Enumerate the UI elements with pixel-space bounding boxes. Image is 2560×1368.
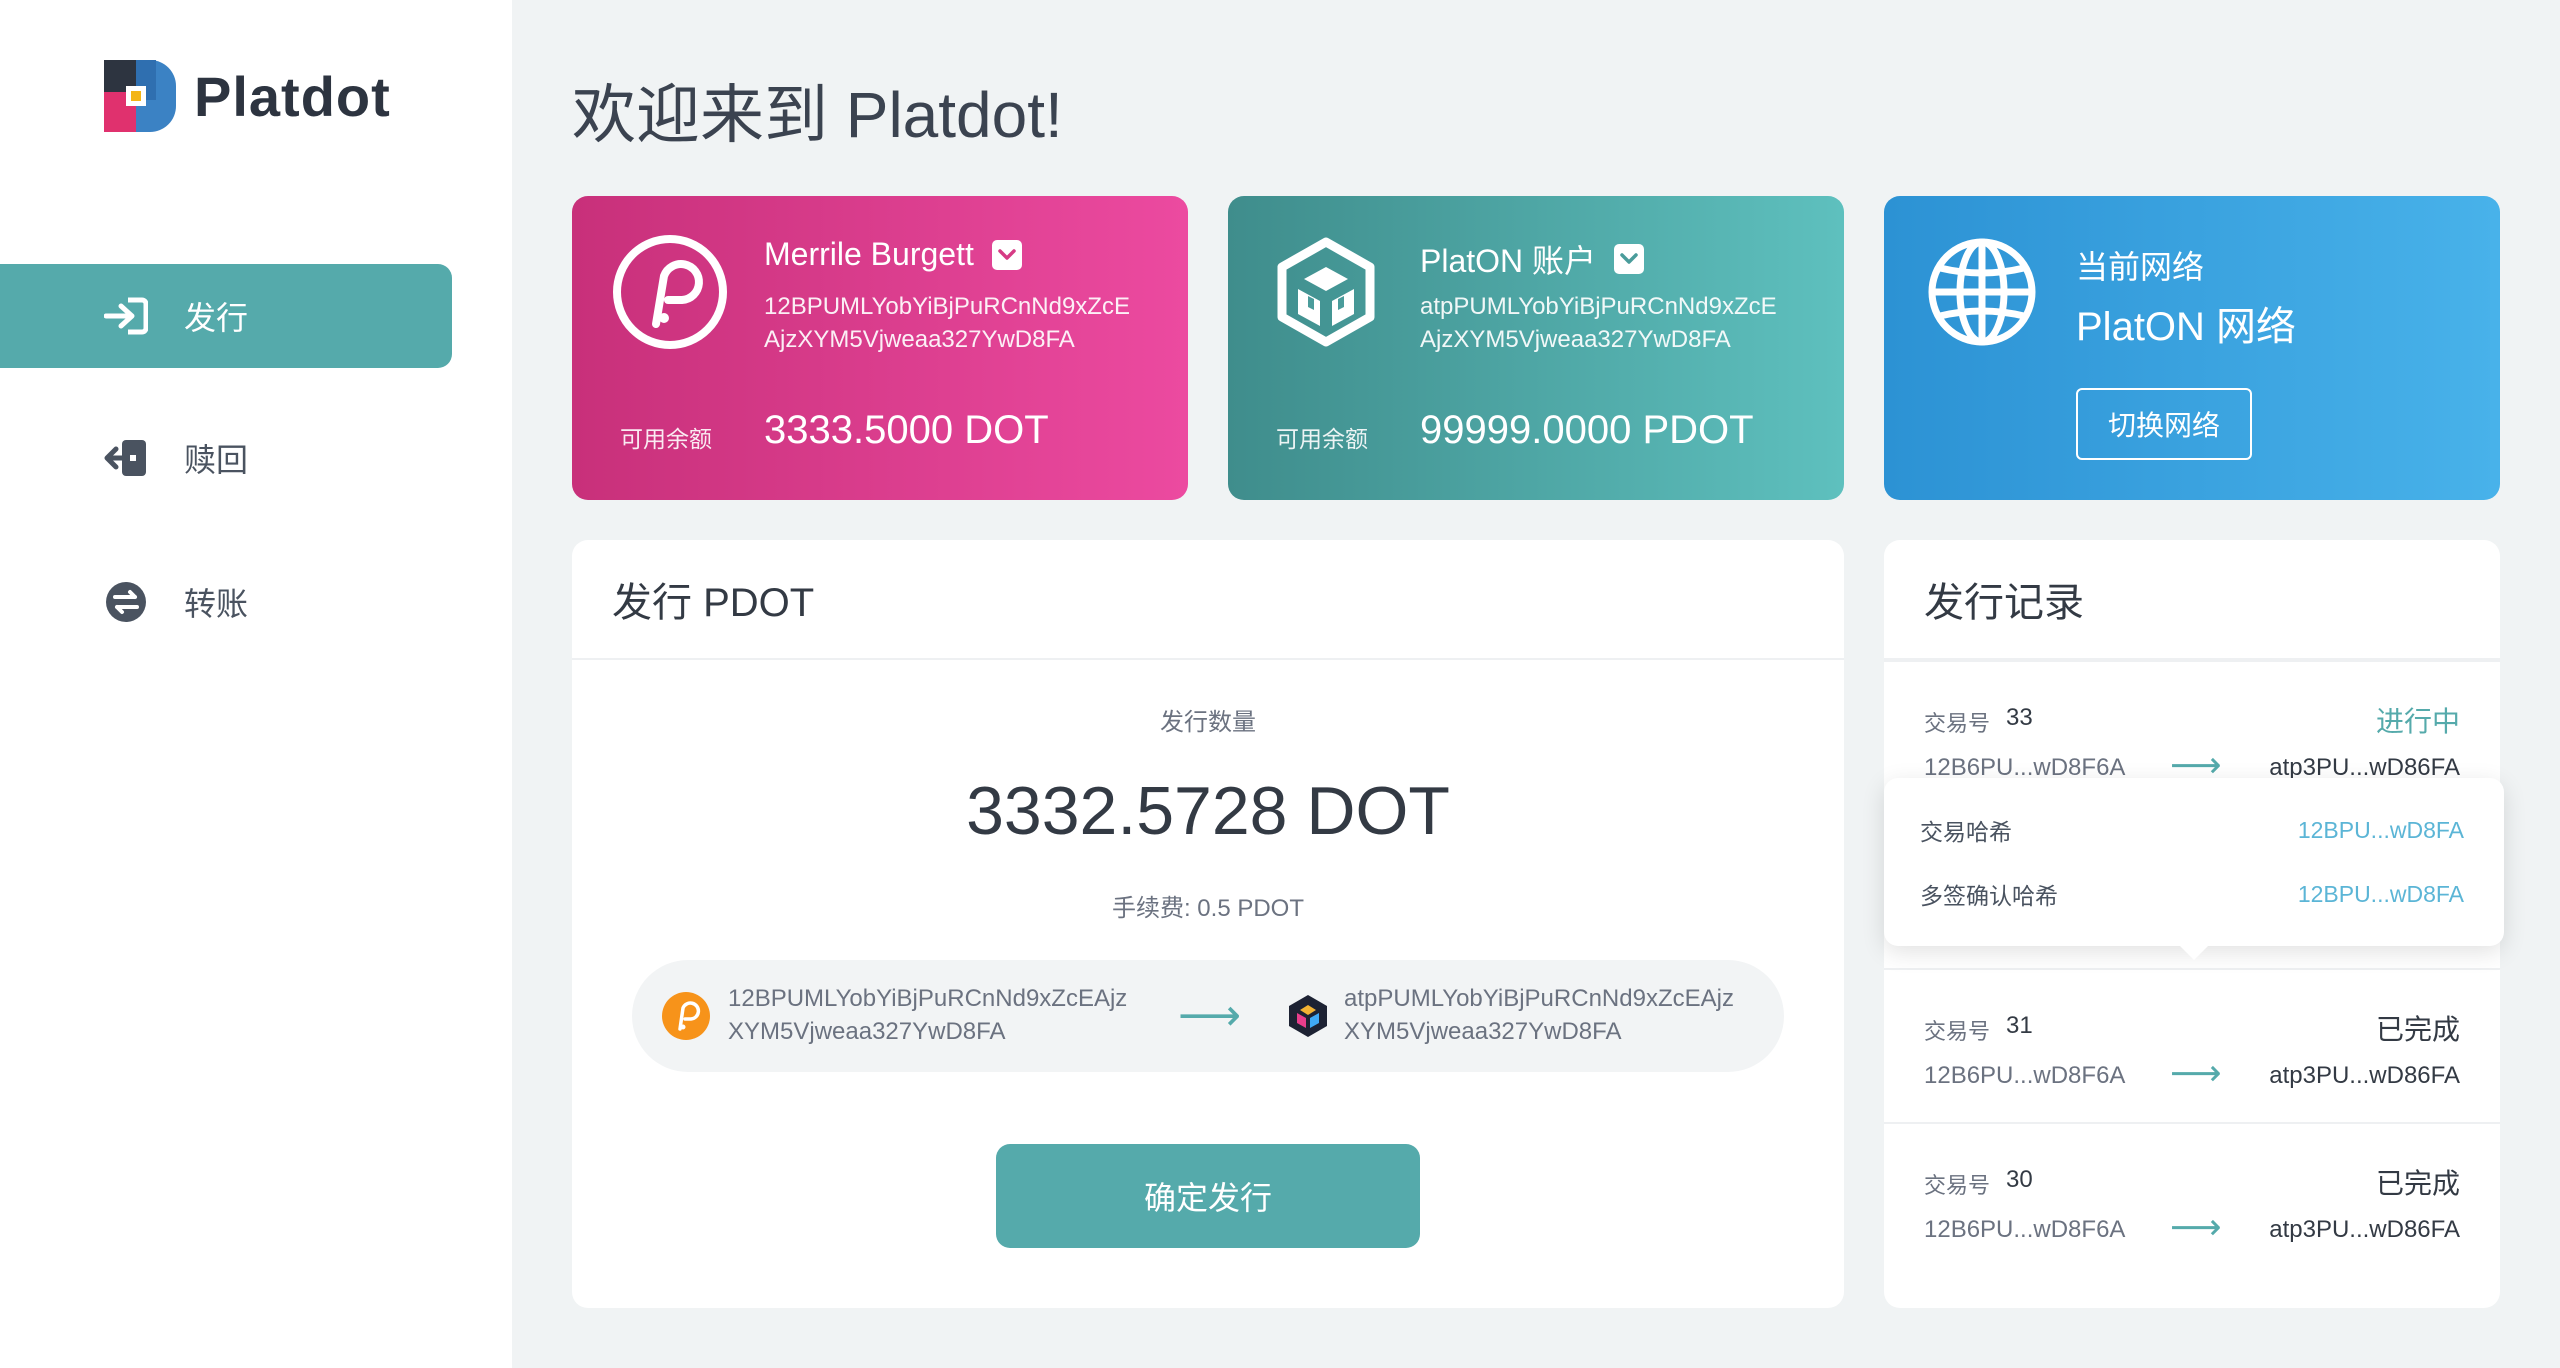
issue-panel-title: 发行 PDOT	[572, 540, 1844, 660]
tx-hash-link[interactable]: 12BPU...wD8FA	[2298, 817, 2464, 844]
tx-label: 交易号	[1924, 1019, 1991, 1044]
record-from: 12B6PU...wD8F6A	[1924, 1216, 2126, 1243]
sign-out-icon	[104, 436, 148, 480]
issue-quantity-label: 发行数量	[1160, 709, 1256, 736]
record-from: 12B6PU...wD8F6A	[1924, 1062, 2126, 1089]
balance-value: 3333.5000 DOT	[764, 408, 1049, 452]
issue-fee: 手续费: 0.5 PDOT	[1111, 895, 1305, 922]
nav-label-transfer: 转账	[184, 586, 249, 622]
account-name: Merrile Burgett	[764, 236, 974, 272]
arrow-right-icon: ⟶	[2170, 1206, 2222, 1247]
issue-panel: 发行 PDOT 发行数量 3332.5728 DOT 手续费: 0.5 PDOT…	[572, 540, 1844, 1308]
status-badge: 已完成	[2375, 1014, 2460, 1045]
record-row[interactable]: 交易号 31 已完成 12B6PU...wD8F6A ⟶ atp3PU...wD…	[1884, 968, 2500, 1120]
record-row[interactable]: 交易号 30 已完成 12B6PU...wD8F6A ⟶ atp3PU...wD…	[1884, 1122, 2500, 1274]
platon-cube-icon	[1268, 234, 1384, 350]
issue-records-panel: 发行记录 交易号 33 进行中 12B6PU...wD8F6A ⟶ atp3PU…	[1884, 540, 2504, 1308]
record-to: atp3PU...wD86FA	[2269, 1062, 2460, 1089]
transfer-route: 12BPUMLYobYiBjPuRCnNd9xZcEAjz XYM5Vjweaa…	[632, 960, 1784, 1072]
arrow-right-icon: ⟶	[1178, 991, 1242, 1040]
nav-label-issue: 发行	[184, 300, 249, 336]
polkadot-icon	[612, 234, 728, 350]
chevron-down-icon[interactable]	[991, 239, 1022, 270]
account-address-line2: AjzXYM5Vjweaa327YwD8FA	[764, 326, 1075, 353]
platon-account-card: PlatON 账户 atpPUMLYobYiBjPuRCnNd9xZcE Ajz…	[1228, 196, 1844, 500]
tx-id: 30	[2006, 1166, 2033, 1193]
sign-in-icon	[104, 294, 148, 338]
account-address: 12BPUMLYobYiBjPuRCnNd9xZcE AjzXYM5Vjweaa…	[764, 290, 1164, 356]
platon-address-line2: AjzXYM5Vjweaa327YwD8FA	[1420, 326, 1731, 353]
tx-hash-label: 交易哈希	[1920, 819, 2012, 845]
nav-item-redeem[interactable]: 赎回	[0, 406, 452, 510]
app-logo: Platdot	[104, 60, 391, 132]
platon-account-name: PlatON 账户	[1420, 243, 1597, 279]
globe-icon	[1924, 234, 2040, 350]
from-address-line1: 12BPUMLYobYiBjPuRCnNd9xZcEAjz	[728, 985, 1128, 1012]
account-name-dropdown[interactable]: Merrile Burgett	[764, 236, 1022, 273]
tx-hash-row: 交易哈希 12BPU...wD8FA	[1920, 810, 2464, 850]
platdot-logo-icon	[104, 60, 176, 132]
from-address: 12BPUMLYobYiBjPuRCnNd9xZcEAjz XYM5Vjweaa…	[728, 982, 1148, 1048]
balance-value: 99999.0000 PDOT	[1420, 408, 1754, 452]
nav-label-redeem: 赎回	[184, 442, 249, 478]
status-badge: 已完成	[2375, 1168, 2460, 1199]
app-name: Platdot	[194, 64, 391, 128]
polkadot-account-card: Merrile Burgett 12BPUMLYobYiBjPuRCnNd9xZ…	[572, 196, 1188, 500]
exchange-icon	[104, 580, 148, 624]
polkadot-coin-icon	[662, 992, 710, 1040]
platon-address: atpPUMLYobYiBjPuRCnNd9xZcE AjzXYM5Vjweaa…	[1420, 290, 1820, 356]
nav-item-issue[interactable]: 发行	[0, 264, 452, 368]
balance-label: 可用余额	[620, 426, 712, 452]
to-address-line1: atpPUMLYobYiBjPuRCnNd9xZcEAjz	[1344, 985, 1734, 1012]
issue-amount: 3332.5728 DOT	[966, 773, 1450, 849]
chevron-down-icon[interactable]	[1614, 244, 1645, 274]
multisig-hash-row: 多签确认哈希 12BPU...wD8FA	[1920, 874, 2464, 914]
multisig-hash-label: 多签确认哈希	[1920, 883, 2058, 909]
page-title: 欢迎来到 Platdot!	[572, 79, 1063, 151]
nav-item-transfer[interactable]: 转账	[0, 550, 452, 654]
records-panel-title: 发行记录	[1884, 540, 2500, 660]
balance-label: 可用余额	[1276, 426, 1368, 452]
platon-address-line1: atpPUMLYobYiBjPuRCnNd9xZcE	[1420, 293, 1777, 320]
tx-hash-popover: 交易哈希 12BPU...wD8FA 多签确认哈希 12BPU...wD8FA	[1884, 778, 2504, 960]
current-network-name: PlatON 网络	[2076, 305, 2297, 349]
tx-label: 交易号	[1924, 1173, 1991, 1198]
record-to: atp3PU...wD86FA	[2269, 1216, 2460, 1243]
network-card: 当前网络 PlatON 网络 切换网络	[1884, 196, 2500, 500]
tx-id: 31	[2006, 1012, 2033, 1039]
account-address-line1: 12BPUMLYobYiBjPuRCnNd9xZcE	[764, 293, 1130, 320]
from-address-line2: XYM5Vjweaa327YwD8FA	[728, 1018, 1006, 1045]
multisig-hash-link[interactable]: 12BPU...wD8FA	[2298, 881, 2464, 908]
to-address-line2: XYM5Vjweaa327YwD8FA	[1344, 1018, 1622, 1045]
to-address: atpPUMLYobYiBjPuRCnNd9xZcEAjz XYM5Vjweaa…	[1344, 982, 1764, 1048]
tx-id: 33	[2006, 704, 2033, 731]
platon-coin-icon	[1284, 992, 1332, 1040]
platon-account-dropdown[interactable]: PlatON 账户	[1420, 236, 1645, 282]
current-network-label: 当前网络	[2076, 249, 2205, 285]
arrow-right-icon: ⟶	[2170, 1052, 2222, 1093]
switch-network-button[interactable]: 切换网络	[2076, 388, 2252, 460]
tx-label: 交易号	[1924, 711, 1991, 736]
confirm-issue-button[interactable]: 确定发行	[996, 1144, 1420, 1248]
sidebar: Platdot 发行 赎回 转账	[0, 0, 512, 1368]
status-badge: 进行中	[2375, 706, 2460, 737]
